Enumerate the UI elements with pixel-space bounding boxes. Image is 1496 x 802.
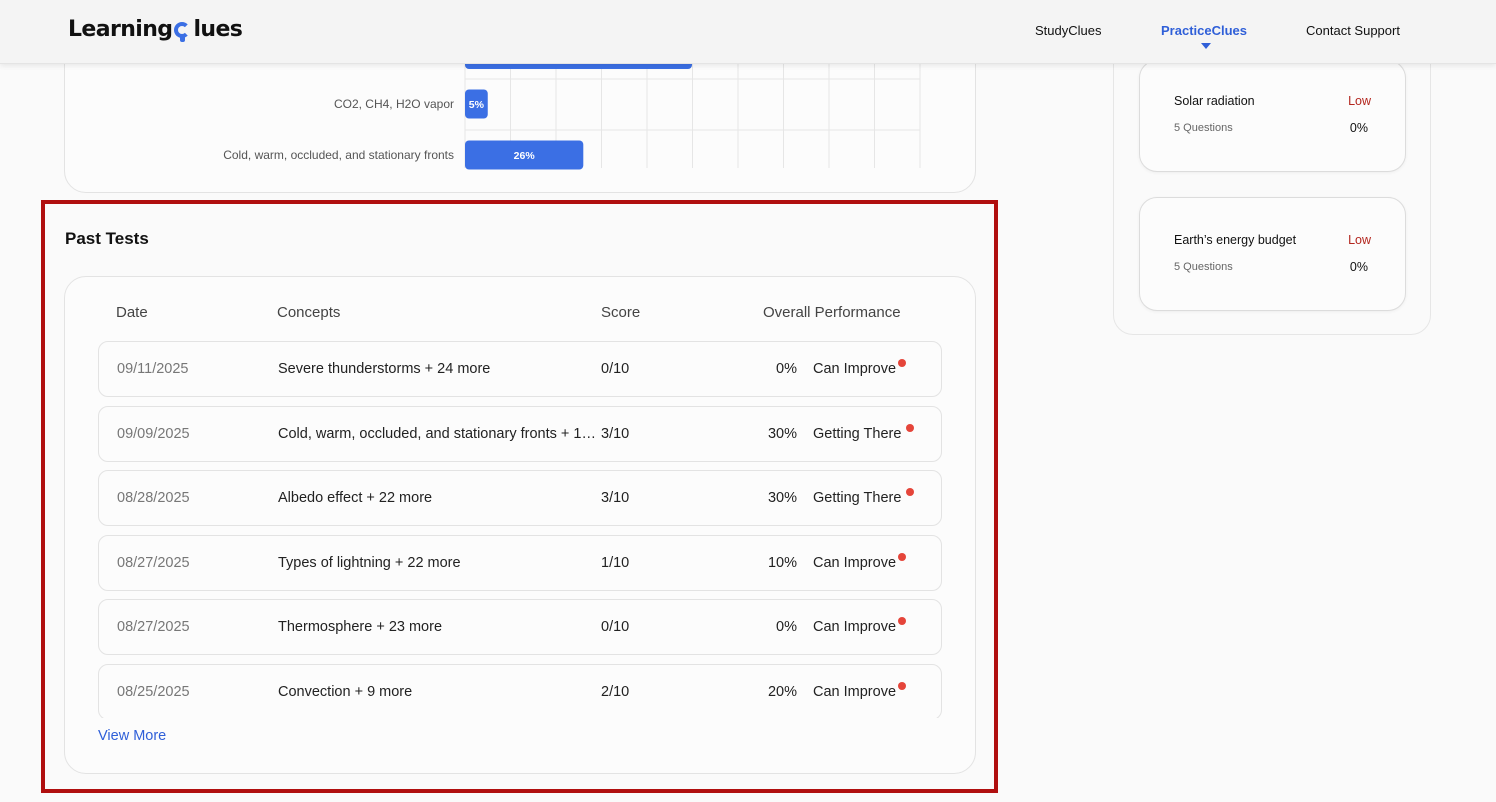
top-navbar: Learning lues StudyClues PracticeClues C… [0, 0, 1496, 64]
concept-level: Low [1348, 233, 1371, 247]
concept-card-solar-radiation[interactable]: Solar radiation Low 5 Questions 0% [1139, 60, 1406, 172]
chart-category-label: CO2, CH4, H2O vapor [334, 97, 454, 111]
concept-card-earths-energy-budget[interactable]: Earth’s energy budget Low 5 Questions 0% [1139, 197, 1406, 311]
chart-category-label: Cold, warm, occluded, and stationary fro… [223, 148, 454, 162]
highlight-box [41, 200, 998, 793]
logo-text-left: Learning [68, 17, 173, 42]
logo-text-right: lues [193, 17, 243, 42]
logo-magnifier-icon [174, 20, 192, 42]
concept-question-count: 5 Questions [1174, 122, 1233, 134]
chart-data-label: 26% [514, 150, 536, 162]
concept-question-count: 5 Questions [1174, 261, 1233, 273]
chart-data-label: 5% [469, 99, 485, 111]
concept-level: Low [1348, 94, 1371, 108]
nav-practiceclues[interactable]: PracticeClues [1161, 23, 1247, 38]
concept-name: Solar radiation [1174, 94, 1255, 108]
concept-percent: 0% [1349, 121, 1368, 135]
active-nav-caret-icon [1201, 43, 1211, 49]
concept-name: Earth’s energy budget [1174, 233, 1297, 247]
learningclues-logo[interactable]: Learning lues [68, 17, 243, 42]
concept-percent: 0% [1349, 260, 1368, 274]
nav-contact-support[interactable]: Contact Support [1306, 23, 1400, 38]
nav-studyclues[interactable]: StudyClues [1035, 23, 1101, 38]
